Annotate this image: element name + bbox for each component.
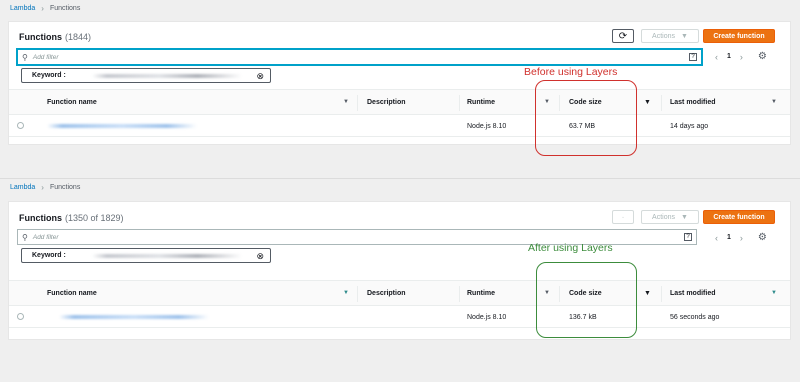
create-function-button[interactable]: Create function — [703, 210, 775, 224]
gear-icon[interactable]: ⚙ — [758, 51, 767, 62]
filter-input[interactable]: ⚲ Add filter ? — [17, 49, 702, 65]
column-divider — [661, 95, 662, 111]
sort-desc-icon[interactable]: ▼ — [644, 290, 651, 297]
breadcrumb-current: Functions — [49, 184, 81, 191]
column-divider — [357, 95, 358, 111]
sort-desc-icon[interactable]: ▼ — [644, 99, 651, 106]
refresh-icon: · — [621, 211, 625, 223]
next-page-icon[interactable]: › — [740, 233, 743, 243]
before-annotation-label: Before using Layers — [524, 66, 618, 78]
after-screenshot: Lambda › Functions Functions (1350 of 182… — [0, 178, 800, 382]
row-radio[interactable] — [17, 122, 24, 129]
remove-token-icon[interactable]: ⊗ — [256, 251, 264, 262]
column-divider — [459, 95, 460, 111]
functions-panel: Functions (1350 of 1829) · Actions ▼ Crea… — [8, 201, 791, 340]
pagination: ‹ 1 › ⚙ — [715, 51, 767, 62]
table-row[interactable]: Node.js 8.10 63.7 MB 14 days ago — [9, 115, 790, 137]
create-function-button[interactable]: Create function — [703, 29, 775, 43]
caret-down-icon: ▼ — [681, 213, 688, 221]
after-annotation-label: After using Layers — [528, 242, 613, 254]
prev-page-icon[interactable]: ‹ — [715, 233, 718, 243]
refresh-button[interactable]: ⟳ — [612, 29, 634, 43]
function-count: (1350 of 1829) — [65, 213, 124, 223]
prev-page-icon[interactable]: ‹ — [715, 52, 718, 62]
col-function-name[interactable]: Function name — [47, 290, 97, 297]
functions-panel: Functions (1844) ⟳ Actions ▼ Create funct… — [8, 21, 791, 145]
after-highlight-ring — [536, 262, 637, 338]
before-highlight-ring — [535, 80, 637, 156]
before-screenshot: Lambda › Functions Functions (1844) ⟳ Act… — [0, 0, 800, 178]
col-description[interactable]: Description — [367, 99, 406, 106]
page-title: Functions (1350 of 1829) — [19, 213, 124, 223]
sort-icon[interactable]: ▼ — [771, 99, 777, 105]
refresh-button[interactable]: · — [612, 210, 634, 224]
sort-icon[interactable]: ▼ — [771, 290, 777, 296]
cell-runtime: Node.js 8.10 — [467, 123, 507, 130]
row-radio[interactable] — [17, 313, 24, 320]
breadcrumb: Lambda › Functions — [10, 183, 80, 192]
function-count: (1844) — [65, 32, 92, 42]
search-icon: ⚲ — [22, 52, 28, 62]
filter-placeholder: Add filter — [32, 233, 59, 241]
table-row[interactable]: Node.js 8.10 136.7 kB 56 seconds ago — [9, 306, 790, 328]
col-function-name[interactable]: Function name — [47, 99, 97, 106]
redacted-keyword — [92, 254, 242, 258]
help-icon[interactable]: ? — [689, 53, 697, 61]
breadcrumb-lambda-link[interactable]: Lambda — [10, 5, 35, 12]
col-runtime[interactable]: Runtime — [467, 290, 495, 297]
cell-runtime: Node.js 8.10 — [467, 314, 507, 321]
token-label: Keyword : — [32, 252, 66, 259]
actions-label: Actions — [652, 32, 676, 40]
token-label: Keyword : — [32, 72, 66, 79]
actions-label: Actions — [652, 213, 676, 221]
cell-last-modified: 14 days ago — [670, 123, 709, 130]
page-number[interactable]: 1 — [727, 53, 731, 60]
cell-last-modified: 56 seconds ago — [670, 314, 720, 321]
col-description[interactable]: Description — [367, 290, 406, 297]
page-title: Functions (1844) — [19, 32, 91, 42]
actions-button[interactable]: Actions ▼ — [641, 210, 699, 224]
col-last-modified[interactable]: Last modified — [670, 99, 716, 106]
search-icon: ⚲ — [22, 232, 28, 242]
breadcrumb-current: Functions — [49, 5, 81, 12]
caret-down-icon: ▼ — [681, 32, 688, 40]
redacted-keyword — [92, 74, 242, 78]
pagination: ‹ 1 › ⚙ — [715, 232, 767, 243]
col-runtime[interactable]: Runtime — [467, 99, 495, 106]
redacted-function-name[interactable] — [59, 315, 209, 319]
sort-icon[interactable]: ▼ — [343, 99, 349, 105]
col-last-modified[interactable]: Last modified — [670, 290, 716, 297]
redacted-function-name[interactable] — [47, 124, 197, 128]
title-text: Functions — [19, 32, 62, 42]
sort-icon[interactable]: ▼ — [343, 290, 349, 296]
column-divider — [459, 286, 460, 302]
remove-token-icon[interactable]: ⊗ — [256, 71, 264, 82]
refresh-icon: ⟳ — [618, 30, 628, 42]
chevron-right-icon: › — [41, 183, 44, 192]
next-page-icon[interactable]: › — [740, 52, 743, 62]
column-divider — [661, 286, 662, 302]
breadcrumb-lambda-link[interactable]: Lambda — [10, 184, 35, 191]
gear-icon[interactable]: ⚙ — [758, 232, 767, 243]
actions-button[interactable]: Actions ▼ — [641, 29, 699, 43]
breadcrumb: Lambda › Functions — [10, 4, 80, 13]
filter-token: Keyword : ⊗ — [21, 68, 271, 83]
filter-token: Keyword : ⊗ — [21, 248, 271, 263]
title-text: Functions — [19, 213, 62, 223]
page-number[interactable]: 1 — [727, 234, 731, 241]
filter-placeholder: Add filter — [32, 53, 59, 61]
table-header: Function name ▼ Description Runtime ▼ Co… — [9, 280, 790, 306]
table-header: Function name ▼ Description Runtime ▼ Co… — [9, 89, 790, 115]
chevron-right-icon: › — [41, 4, 44, 13]
column-divider — [357, 286, 358, 302]
help-icon[interactable]: ? — [684, 233, 692, 241]
